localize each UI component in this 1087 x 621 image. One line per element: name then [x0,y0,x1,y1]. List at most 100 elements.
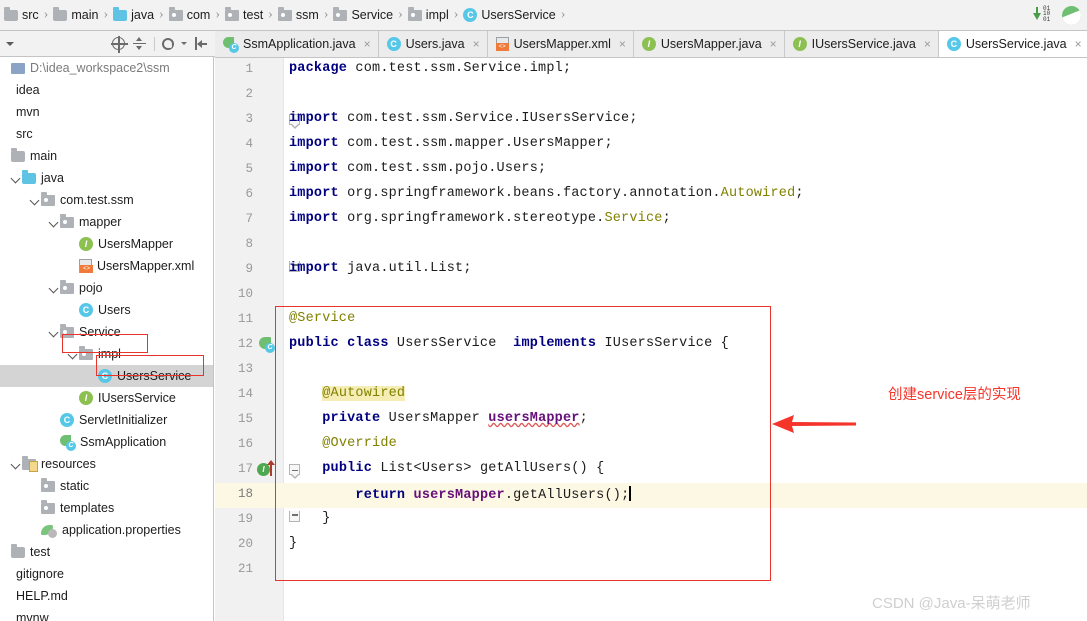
breadcrumb-item-java[interactable]: java [113,6,154,22]
editor-tab[interactable]: C Users.java × [378,31,488,57]
implements-method-gutter-icon[interactable]: I [257,460,279,478]
code-line[interactable]: 17 I public List<Users> getAllUsers() { [215,458,1087,483]
breadcrumb-item-src[interactable]: src [4,6,39,22]
tree-item[interactable]: test [0,541,213,563]
chevron-down-icon[interactable] [5,41,14,46]
tree-item[interactable]: resources [0,453,213,475]
code-editor[interactable]: 1 package com.test.ssm.Service.impl; 2 3 imp… [215,58,1087,621]
code-line[interactable]: 10 [215,283,1087,308]
code-line[interactable]: 20} [215,533,1087,558]
chevron-expanded-icon[interactable] [49,218,58,227]
code-line[interactable]: 12 Cpublic class UsersService implements … [215,333,1087,358]
code-line[interactable]: 19 } [215,508,1087,533]
chevron-expanded-icon[interactable] [11,174,20,183]
tree-item[interactable]: main [0,145,213,167]
locate-target-icon[interactable] [111,36,128,53]
tree-item[interactable]: D:\idea_workspace2\ssm [0,57,213,79]
spring-bean-gutter-icon[interactable]: C [259,337,275,353]
tree-item[interactable]: HELP.md [0,585,213,607]
code-line[interactable]: 4 import com.test.ssm.mapper.UsersMapper; [215,133,1087,158]
code-token: UsersMapper [388,411,489,426]
code-token: Service [604,211,663,226]
close-icon[interactable]: × [770,37,777,51]
tree-item[interactable]: application.properties [0,519,213,541]
tree-item[interactable]: mvnw [0,607,213,621]
code-token: } [289,536,298,551]
code-token: com.test.ssm.Service.IUsersService; [347,111,638,126]
tree-item[interactable]: templates [0,497,213,519]
code-text: @Autowired [289,386,406,401]
binary-download-icon[interactable]: 01 10 01 [1032,5,1054,23]
breadcrumb: src › main › java › com › test › ssm › Service › impl ›… [0,0,1087,31]
close-icon[interactable]: × [924,37,931,51]
tree-item[interactable]: static [0,475,213,497]
tree-item[interactable]: C Users [0,299,213,321]
breadcrumb-item-com[interactable]: com [168,6,210,22]
tree-item[interactable]: idea [0,79,213,101]
editor-tab[interactable]: C SsmApplication.java × [215,31,379,57]
tree-item[interactable]: src [0,123,213,145]
project-tree[interactable]: D:\idea_workspace2\ssm idea mvn src main java… [0,57,214,621]
settings-gear-icon[interactable] [162,37,174,50]
spring-boot-icon[interactable] [1062,5,1081,25]
tree-item[interactable]: UsersMapper.xml [0,255,213,277]
code-line[interactable]: 21 [215,558,1087,583]
close-icon[interactable]: × [473,37,480,51]
code-line[interactable]: 11 @Service [215,308,1087,333]
code-line[interactable]: 5 import com.test.ssm.pojo.Users; [215,158,1087,183]
tree-item[interactable]: C SsmApplication [0,431,213,453]
editor-tabs[interactable]: CSsmApplication.java×CUsers.java×UsersMa… [215,31,1087,58]
editor-tab[interactable]: C UsersService.java × [938,31,1087,57]
close-icon[interactable]: × [619,37,626,51]
code-line[interactable]: 18 return usersMapper.getAllUsers(); [215,483,1087,508]
breadcrumb-item-main[interactable]: main [53,6,98,22]
close-icon[interactable]: × [364,37,371,51]
tree-item[interactable]: I IUsersService [0,387,213,409]
breadcrumb-item-usersservice[interactable]: C UsersService [463,8,556,22]
gear-chevron-icon[interactable] [181,42,187,45]
tree-item[interactable]: mapper [0,211,213,233]
tree-item[interactable]: I UsersMapper [0,233,213,255]
tree-item[interactable]: mvn [0,101,213,123]
editor-tab[interactable]: I IUsersService.java × [784,31,939,57]
code-line[interactable]: 16 @Override [215,433,1087,458]
spring-class-icon: C [223,36,239,53]
code-line[interactable]: 8 [215,233,1087,258]
collapse-all-icon[interactable] [132,36,147,51]
close-icon[interactable]: × [1075,37,1082,51]
toolbar-divider [154,36,155,51]
code-line[interactable]: 15 private UsersMapper usersMapper; [215,408,1087,433]
code-line[interactable]: 13 [215,358,1087,383]
code-text: import org.springframework.stereotype.Se… [289,211,671,226]
code-line[interactable]: 9 import java.util.List; [215,258,1087,283]
chevron-expanded-icon[interactable] [30,196,39,205]
tree-item[interactable]: pojo [0,277,213,299]
package-icon [168,6,183,21]
folder-icon [11,147,25,162]
editor-tab[interactable]: I UsersMapper.java × [633,31,785,57]
tree-item[interactable]: com.test.ssm [0,189,213,211]
code-line[interactable]: 3 import com.test.ssm.Service.IUsersServi… [215,108,1087,133]
chevron-expanded-icon[interactable] [68,350,77,359]
breadcrumb-item-ssm[interactable]: ssm [277,6,319,22]
tree-item[interactable]: C ServletInitializer [0,409,213,431]
code-line[interactable]: 7 import org.springframework.stereotype.S… [215,208,1087,233]
tree-item[interactable]: Service [0,321,213,343]
tree-item[interactable]: gitignore [0,563,213,585]
chevron-expanded-icon[interactable] [49,328,58,337]
code-line[interactable]: 2 [215,83,1087,108]
tree-item[interactable]: impl [0,343,213,365]
chevron-expanded-icon[interactable] [11,460,20,469]
chevron-expanded-icon[interactable] [49,284,58,293]
tree-item[interactable]: java [0,167,213,189]
code-line[interactable]: 1 package com.test.ssm.Service.impl; [215,58,1087,83]
hide-panel-icon[interactable] [194,36,209,51]
breadcrumb-item-impl[interactable]: impl [407,6,449,22]
code-line[interactable]: 6 import org.springframework.beans.factor… [215,183,1087,208]
breadcrumb-item-service[interactable]: Service [333,6,393,22]
breadcrumb-item-test[interactable]: test [225,6,263,22]
tree-item-selected[interactable]: C UsersService [0,365,213,387]
editor-tab[interactable]: UsersMapper.xml × [487,31,634,57]
code-text: import com.test.ssm.mapper.UsersMapper; [289,136,613,151]
